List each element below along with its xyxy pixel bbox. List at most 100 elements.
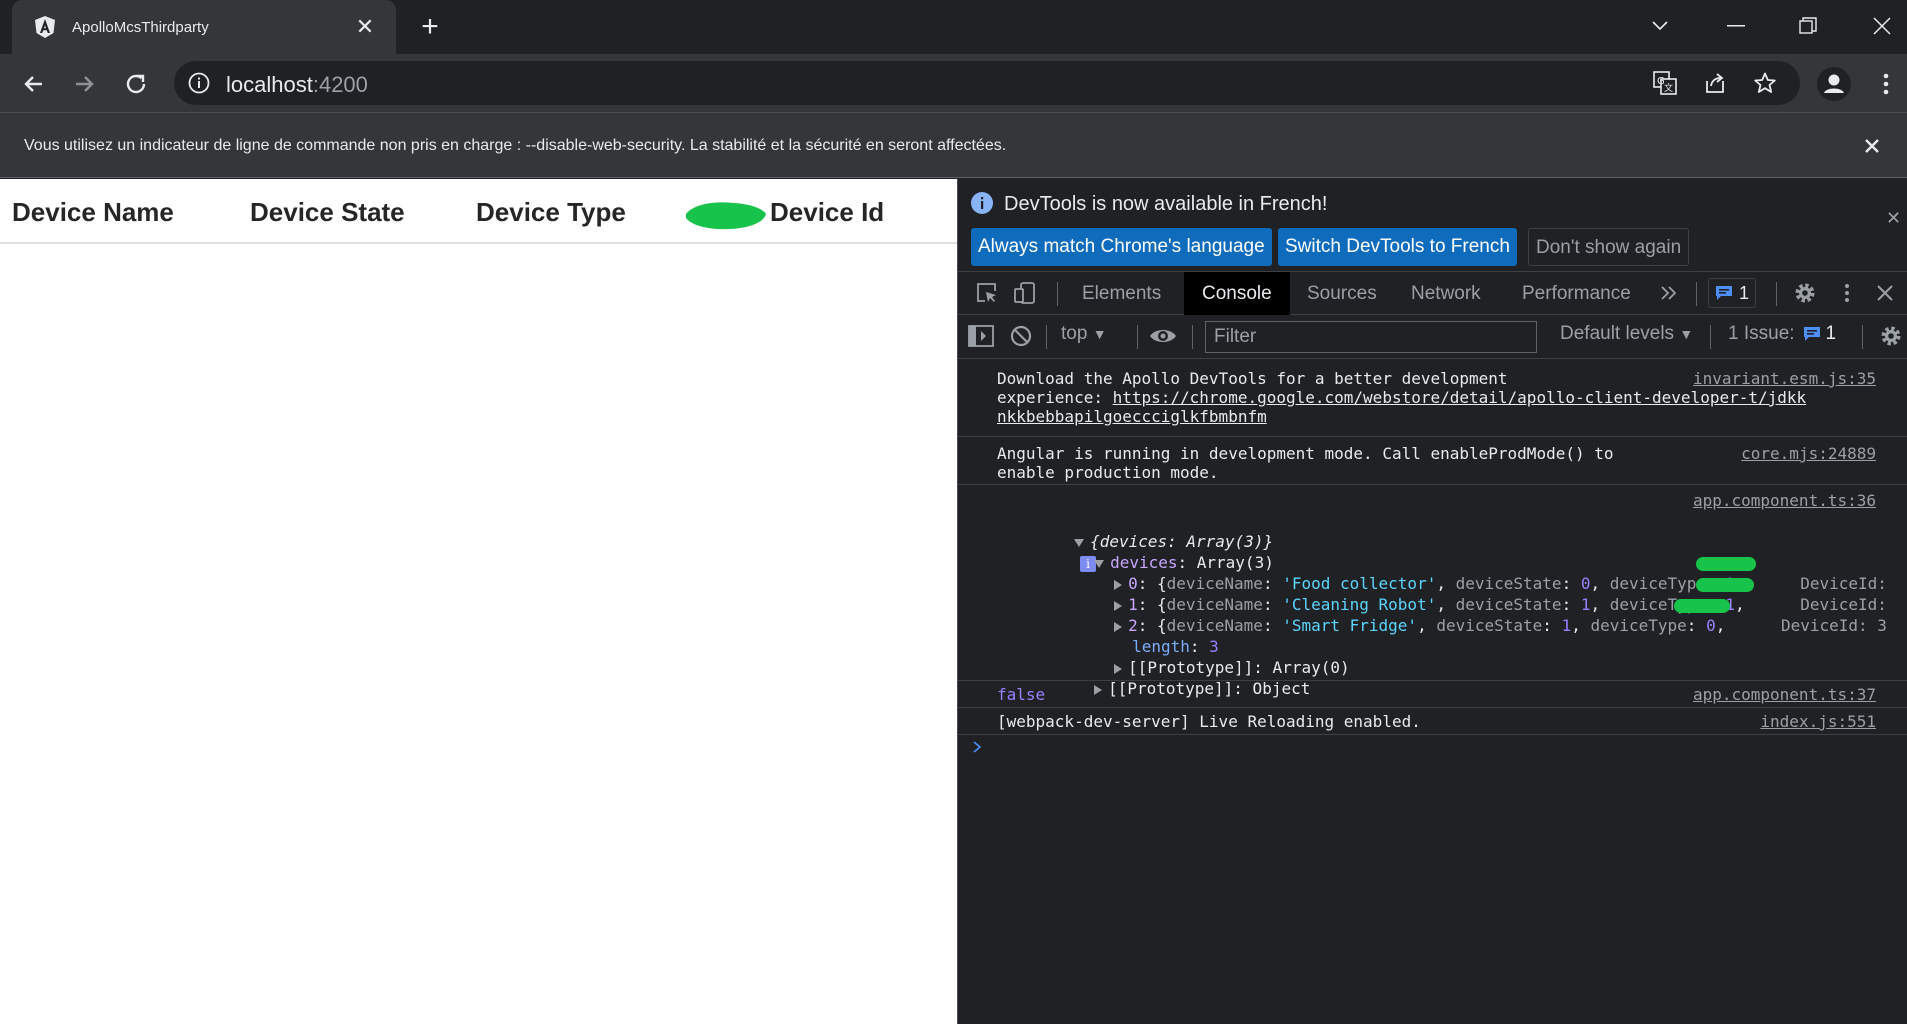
separator xyxy=(1057,282,1058,306)
console-prompt[interactable] xyxy=(972,739,1892,763)
language-message: DevTools is now available in French! xyxy=(1004,193,1328,215)
tab-title: ApolloMcsThirdparty xyxy=(72,18,209,36)
close-infobar-icon[interactable] xyxy=(1857,131,1887,161)
separator xyxy=(1776,282,1777,306)
person-icon xyxy=(1817,67,1851,101)
column-device-id: Device Id xyxy=(770,197,885,227)
devtools-panel: DevTools is now available in French! ✕ A… xyxy=(957,179,1907,1024)
redaction-mark xyxy=(1696,578,1754,592)
tab-console[interactable]: Console xyxy=(1184,272,1290,315)
console-message: Angular is running in development mode. … xyxy=(958,437,1907,485)
issues-counter[interactable]: 1 Issue: 1 xyxy=(1728,323,1836,345)
column-device-type: Device Type xyxy=(476,197,626,227)
back-button[interactable] xyxy=(16,66,52,102)
reload-icon xyxy=(126,74,146,94)
source-link[interactable]: core.mjs:24889 xyxy=(1741,444,1876,463)
share-icon[interactable] xyxy=(1698,66,1732,100)
close-devtools-icon[interactable] xyxy=(1870,278,1900,308)
devtools-tab-bar: Elements Console Sources Network Perform… xyxy=(958,271,1907,315)
tab-search-icon[interactable] xyxy=(1640,8,1680,44)
message-text: enable production mode. xyxy=(997,463,1219,482)
info-circle-icon xyxy=(971,192,993,214)
angular-icon xyxy=(35,16,55,38)
source-link[interactable]: index.js:551 xyxy=(1760,712,1876,731)
always-match-language-button[interactable]: Always match Chrome's language xyxy=(971,228,1272,266)
tab-strip: ApolloMcsThirdparty ✕ + xyxy=(0,0,1907,54)
separator xyxy=(1710,325,1711,349)
message-icon xyxy=(1716,286,1732,300)
separator xyxy=(1137,325,1138,349)
switch-to-french-button[interactable]: Switch DevTools to French xyxy=(1278,228,1517,266)
menu-kebab-icon[interactable] xyxy=(1868,66,1904,102)
unsupported-flag-infobar: Vous utilisez un indicateur de ligne de … xyxy=(0,112,1907,178)
tab-sources[interactable]: Sources xyxy=(1307,272,1377,315)
tab-performance[interactable]: Performance xyxy=(1522,272,1631,315)
info-icon[interactable] xyxy=(188,72,210,94)
arrow-left-icon xyxy=(24,76,42,92)
console-filter-input[interactable] xyxy=(1205,321,1537,353)
close-tab-icon[interactable]: ✕ xyxy=(352,14,378,40)
console-output: Download the Apollo DevTools for a bette… xyxy=(958,359,1907,1024)
dont-show-again-button[interactable]: Don't show again xyxy=(1528,228,1690,266)
message-text: Angular is running in development mode. … xyxy=(997,444,1614,463)
infobar-message: Vous utilisez un indicateur de ligne de … xyxy=(24,137,1007,154)
separator xyxy=(1696,282,1697,306)
browser-toolbar: localhost:4200 G文 xyxy=(0,54,1907,112)
restore-icon[interactable] xyxy=(1788,8,1828,44)
source-link[interactable]: app.component.ts:36 xyxy=(1693,491,1876,510)
redaction-mark xyxy=(1696,557,1756,571)
log-levels-dropdown[interactable]: Default levels ▼ xyxy=(1560,323,1693,345)
redaction-mark xyxy=(1674,599,1730,613)
close-language-bar-icon[interactable]: ✕ xyxy=(1886,209,1904,227)
page-viewport: Device Name Device State Device Type Dev… xyxy=(0,179,957,1024)
console-message: app.component.ts:36 {devices: Array(3)} … xyxy=(958,485,1907,698)
language-infobar: DevTools is now available in French! ✕ A… xyxy=(958,179,1907,271)
arrow-right-icon xyxy=(76,76,94,92)
url-text: localhost:4200 xyxy=(226,72,368,97)
more-tabs-chevron-icon[interactable] xyxy=(1654,278,1684,308)
console-message: false app.component.ts:37 xyxy=(958,681,1907,708)
message-text: experience: https://chrome.google.com/we… xyxy=(997,388,1807,407)
source-link[interactable]: app.component.ts:37 xyxy=(1693,685,1876,704)
tab-elements[interactable]: Elements xyxy=(1082,272,1161,315)
forward-button[interactable] xyxy=(66,66,102,102)
minimize-icon[interactable] xyxy=(1716,8,1756,44)
console-settings-gear-icon[interactable] xyxy=(1876,321,1906,351)
source-link[interactable]: invariant.esm.js:35 xyxy=(1693,369,1876,388)
tab-network[interactable]: Network xyxy=(1411,272,1481,315)
column-device-state: Device State xyxy=(250,197,405,227)
apollo-devtools-link[interactable]: https://chrome.google.com/webstore/detai… xyxy=(1113,388,1807,407)
sidebar-toggle-icon[interactable] xyxy=(966,321,996,351)
clear-console-icon[interactable] xyxy=(1006,321,1036,351)
message-icon xyxy=(1803,327,1820,341)
svg-text:文: 文 xyxy=(1664,82,1673,94)
inspect-element-icon[interactable] xyxy=(972,278,1002,308)
context-selector[interactable]: top ▼ xyxy=(1061,323,1107,345)
browser-tab[interactable]: ApolloMcsThirdparty ✕ xyxy=(12,0,396,54)
console-message: [webpack-dev-server] Live Reloading enab… xyxy=(958,708,1907,735)
redaction-mark xyxy=(686,202,766,230)
profile-avatar[interactable] xyxy=(1816,66,1852,102)
column-device-name: Device Name xyxy=(12,197,174,227)
console-filter-bar: top ▼ Default levels ▼ 1 Issue: 1 xyxy=(958,315,1907,359)
reload-button[interactable] xyxy=(118,66,154,102)
new-tab-icon[interactable]: + xyxy=(414,12,446,44)
device-toolbar-icon[interactable] xyxy=(1010,278,1040,308)
address-bar[interactable]: localhost:4200 G文 xyxy=(174,61,1800,105)
messages-badge[interactable]: 1 xyxy=(1708,278,1757,308)
devtools-menu-kebab-icon[interactable] xyxy=(1832,278,1862,308)
separator xyxy=(1862,325,1863,349)
separator xyxy=(1192,325,1193,349)
console-message: Download the Apollo DevTools for a bette… xyxy=(958,359,1907,437)
bookmark-star-icon[interactable] xyxy=(1748,66,1782,100)
prompt-chevron-icon xyxy=(973,741,982,753)
close-window-icon[interactable] xyxy=(1862,8,1902,44)
message-text: Download the Apollo DevTools for a bette… xyxy=(997,369,1508,388)
translate-icon[interactable]: G文 xyxy=(1648,66,1682,100)
message-text: [webpack-dev-server] Live Reloading enab… xyxy=(997,712,1421,731)
apollo-devtools-link-cont[interactable]: nkkbebbapilgoeccciglkfbmbnfm xyxy=(997,407,1267,426)
separator xyxy=(1046,325,1047,349)
device-table-header: Device Name Device State Device Type Dev… xyxy=(0,179,957,244)
settings-gear-icon[interactable] xyxy=(1790,278,1820,308)
live-expression-eye-icon[interactable] xyxy=(1148,321,1178,351)
